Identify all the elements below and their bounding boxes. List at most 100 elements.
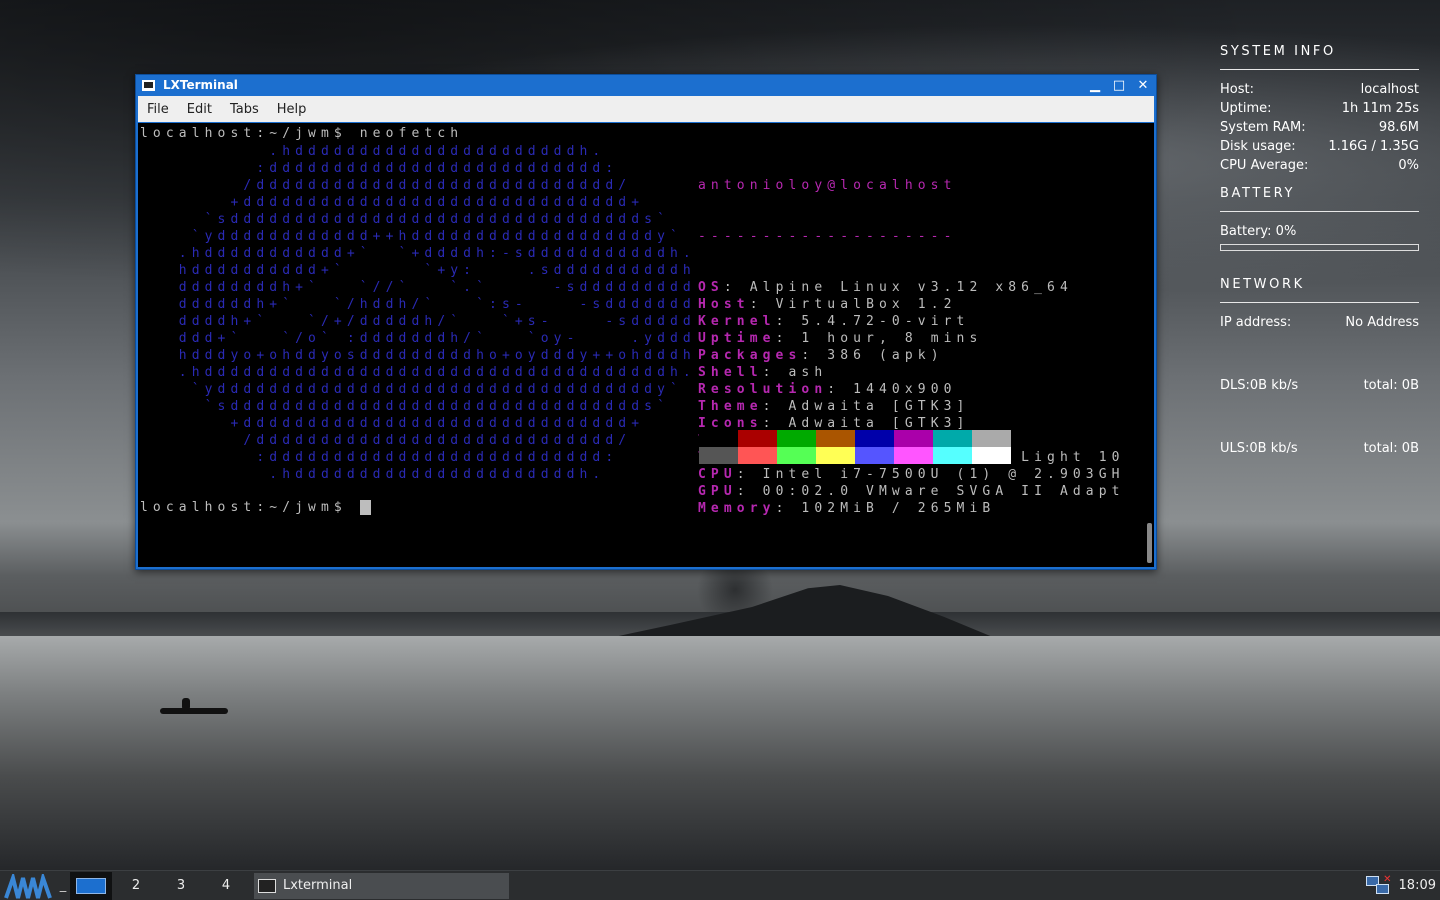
info-value: ash [788, 365, 828, 380]
color-palette [699, 430, 1011, 464]
uptime-label: Uptime: [1220, 101, 1272, 116]
info-value: 00:02.0 VMware SVGA II Adapt [762, 484, 1125, 499]
wallpaper-volcano [600, 585, 1000, 640]
menu-edit[interactable]: Edit [178, 102, 221, 117]
window-title: LXTerminal [163, 78, 238, 92]
info-value: Intel i7-7500U (1) @ 2.903GH [762, 467, 1125, 482]
palette-swatch [816, 430, 855, 447]
divider [1220, 302, 1419, 303]
wallpaper-sea [0, 636, 1440, 870]
upload-total: total: 0B [1363, 441, 1419, 456]
info-row: Theme: Adwaita [GTK3] [698, 399, 970, 414]
terminal-output[interactable]: localhost:~/jwm$ neofetch .hdddddddddddd… [138, 123, 1154, 567]
network-disconnected-icon[interactable]: ✕ [1365, 874, 1392, 896]
jwm-logo-icon [4, 873, 52, 899]
info-key: Packages [698, 348, 802, 363]
menu-file[interactable]: File [138, 102, 178, 117]
disk-value: 1.16G / 1.35G [1328, 139, 1419, 154]
info-row: Resolution: 1440x900 [698, 382, 957, 397]
logo-line: :dddddddddddddddddddddddddd: [140, 450, 619, 465]
logo-line: +dddddddddddddddddddddddddddddd+ [140, 195, 645, 210]
palette-swatch [894, 447, 933, 464]
palette-swatch [933, 447, 972, 464]
upload-speed: ULS:0B kb/s [1220, 441, 1298, 456]
wallpaper-canoe [160, 708, 228, 714]
palette-swatch [855, 430, 894, 447]
cpu-value: 0% [1398, 158, 1419, 173]
info-key: Host [698, 297, 750, 312]
taskbar-separator: _ [59, 878, 67, 893]
info-key: OS [698, 280, 724, 295]
disk-label: Disk usage: [1220, 139, 1296, 154]
palette-swatch [855, 447, 894, 464]
uptime-value: 1h 11m 25s [1341, 101, 1419, 116]
info-key: Theme [698, 399, 763, 414]
logo-line: .hddddddddddddddddddddddddddddddddddddh. [140, 365, 696, 380]
palette-swatch [738, 447, 777, 464]
info-row: CPU: Intel i7-7500U (1) @ 2.903GH [698, 467, 1125, 482]
menu-help[interactable]: Help [268, 102, 316, 117]
ip-label: IP address: [1220, 315, 1292, 330]
battery-bar [1220, 244, 1419, 251]
palette-swatch [777, 430, 816, 447]
host-value: localhost [1360, 82, 1419, 97]
info-row: Host: VirtualBox 1.2 [698, 297, 957, 312]
download-speed: DLS:0B kb/s [1220, 378, 1299, 393]
task-label: Lxterminal [283, 878, 353, 893]
terminal-window[interactable]: LXTerminal ▁ □ ✕ File Edit Tabs Help loc… [135, 74, 1157, 570]
maximize-icon[interactable]: □ [1112, 78, 1126, 93]
divider [1220, 211, 1419, 212]
info-value: 386 (apk) [827, 348, 944, 363]
ram-label: System RAM: [1220, 120, 1306, 135]
desktop-2-button[interactable]: 2 [115, 872, 157, 900]
logo-line: `sdddddddddddddddddddddddddddddddds` [140, 212, 670, 227]
info-row: GPU: 00:02.0 VMware SVGA II Adapt [698, 484, 1125, 499]
minimize-icon[interactable]: ▁ [1088, 78, 1102, 93]
info-value: 5.4.72-0-virt [801, 314, 970, 329]
info-row: Packages: 386 (apk) [698, 348, 944, 363]
user-host: antonioloy@localhost [698, 178, 957, 193]
palette-swatch [972, 447, 1011, 464]
logo-line: /dddddddddddddddddddddddddddd/ [140, 433, 632, 448]
terminal-scrollbar[interactable] [1147, 523, 1152, 563]
system-info-title: SYSTEM INFO [1220, 44, 1336, 59]
palette-swatch [738, 430, 777, 447]
info-row: Memory: 102MiB / 265MiB [698, 501, 996, 516]
palette-swatch [699, 447, 738, 464]
info-row: OS: Alpine Linux v3.12 x86_64 [698, 280, 1073, 295]
prompt-line-2: localhost:~/jwm$ [140, 499, 371, 516]
info-key: GPU [698, 484, 737, 499]
info-value: Alpine Linux v3.12 x86_64 [749, 280, 1073, 295]
menu-tabs[interactable]: Tabs [221, 102, 268, 117]
palette-swatch [894, 430, 933, 447]
window-titlebar[interactable]: LXTerminal ▁ □ ✕ [136, 75, 1156, 95]
info-key: Icons [698, 416, 763, 431]
text-cursor [359, 500, 371, 515]
clock[interactable]: 18:09 [1399, 878, 1436, 893]
divider [1220, 69, 1419, 70]
info-row: Uptime: 1 hour, 8 mins [698, 331, 983, 346]
palette-swatch [816, 447, 855, 464]
battery-label: Battery: 0% [1220, 224, 1297, 239]
close-icon[interactable]: ✕ [1136, 78, 1150, 93]
info-value: 1440x900 [853, 382, 957, 397]
menubar: File Edit Tabs Help [138, 96, 1154, 122]
start-menu-button[interactable] [4, 873, 56, 899]
logo-line: :dddddddddddddddddddddddddd: [140, 161, 619, 176]
info-value: Adwaita [GTK3] [788, 416, 970, 431]
desktop-preview-icon [76, 877, 106, 894]
task-lxterminal[interactable]: Lxterminal [254, 872, 509, 899]
terminal-icon [258, 878, 276, 893]
logo-line: ddddddddh+` `//` `.` -sddddddddd [140, 280, 696, 295]
desktop-1-button[interactable] [70, 871, 112, 900]
host-label: Host: [1220, 82, 1254, 97]
info-key: CPU [698, 467, 737, 482]
logo-line: /dddddddddddddddddddddddddddd/ [140, 178, 632, 193]
wallpaper-canoe-person [182, 698, 190, 710]
info-key: Memory [698, 501, 776, 516]
prompt-line-1: localhost:~/jwm$ neofetch [140, 126, 464, 141]
logo-line: ddddddh+` `/hddh/` `:s- -sddddddd [140, 297, 696, 312]
desktop-4-button[interactable]: 4 [205, 872, 247, 900]
wallpaper-shore [0, 618, 680, 648]
desktop-3-button[interactable]: 3 [160, 872, 202, 900]
